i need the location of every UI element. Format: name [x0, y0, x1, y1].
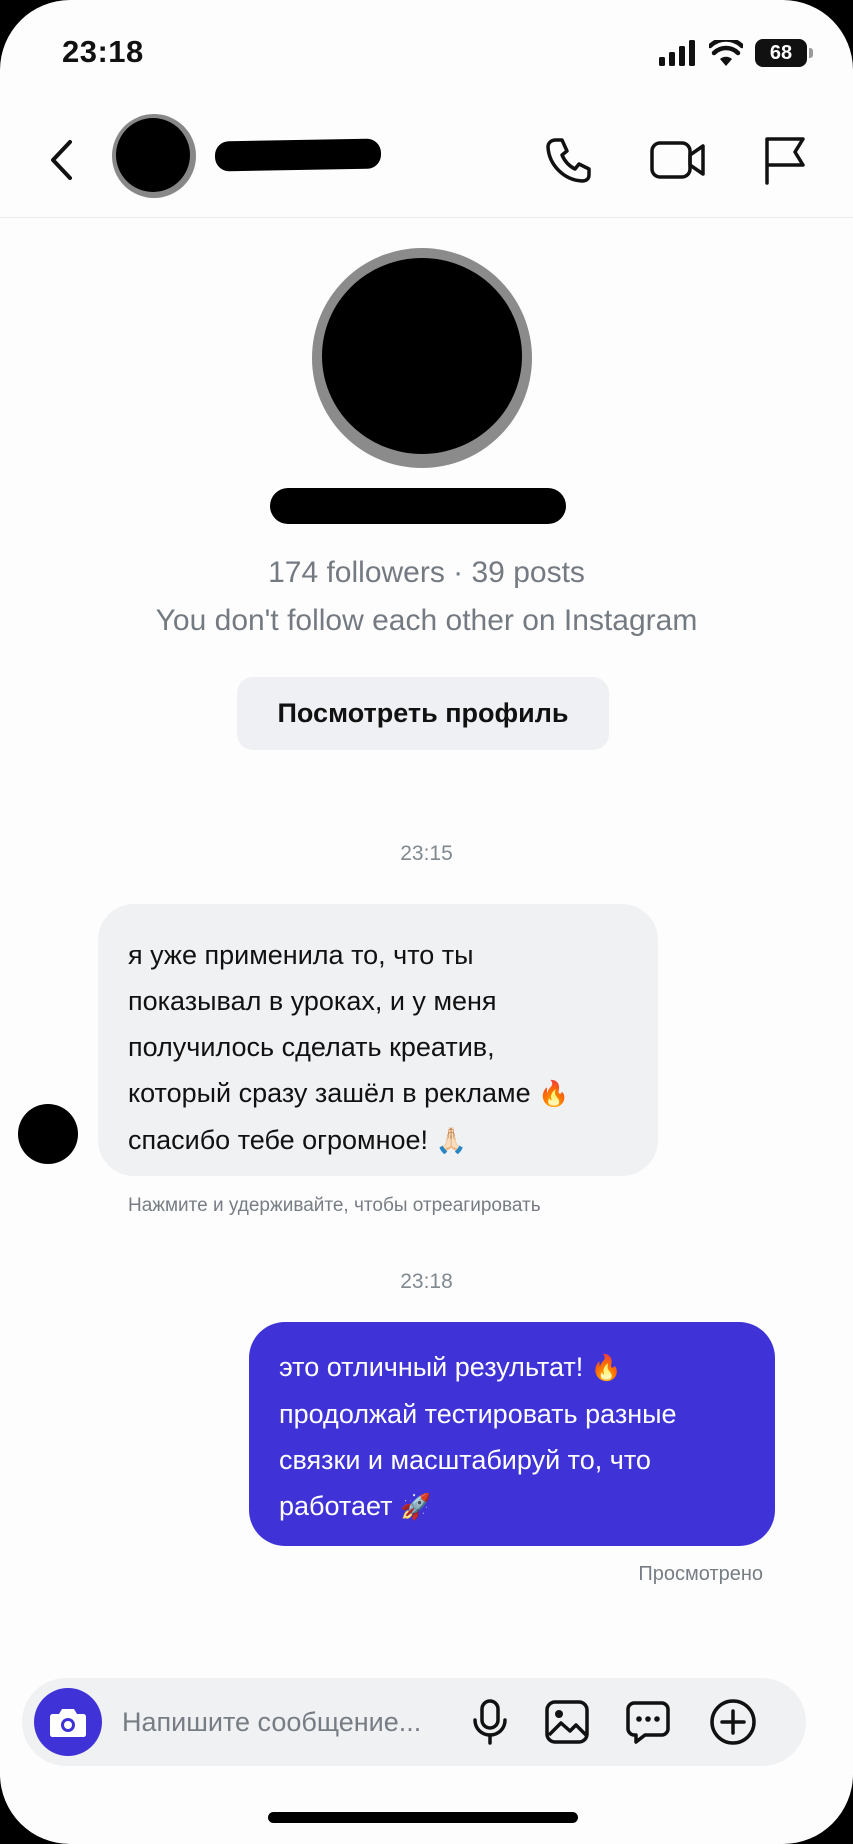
voice-message-button[interactable]: [460, 1692, 520, 1752]
status-time: 23:18: [62, 34, 144, 69]
rocket-emoji: 🚀: [400, 1492, 432, 1521]
profile-avatar[interactable]: [312, 248, 532, 468]
message-line: спасибо тебе огромное! 🙏🏻: [128, 1117, 632, 1164]
message-input[interactable]: [122, 1697, 472, 1747]
message-line: я уже применила то, что ты: [128, 940, 474, 970]
react-hint: Нажмите и удерживайте, чтобы отреагирова…: [128, 1195, 541, 1216]
back-button[interactable]: [38, 130, 84, 190]
plus-circle-icon: [710, 1699, 756, 1745]
message-line: получилось сделать креатив,: [128, 1032, 495, 1062]
fire-emoji: 🔥: [538, 1079, 570, 1108]
sticker-button[interactable]: [618, 1692, 678, 1752]
chevron-left-icon: [51, 140, 72, 180]
outgoing-message-bubble[interactable]: это отличный результат! 🔥 продолжай тест…: [249, 1322, 775, 1546]
audio-call-button[interactable]: [536, 128, 600, 192]
incoming-message-bubble[interactable]: я уже применила то, что ты показывал в у…: [98, 904, 658, 1176]
message-text: который сразу зашёл в рекламе: [128, 1078, 531, 1108]
sticker-chat-icon: [626, 1701, 670, 1744]
seen-status: Просмотрено: [638, 1563, 763, 1585]
camera-button[interactable]: [34, 1688, 102, 1756]
message-line: работает 🚀: [279, 1483, 755, 1530]
header-avatar[interactable]: [112, 114, 196, 198]
battery-level: 68: [769, 41, 793, 64]
report-button[interactable]: [752, 128, 816, 192]
video-camera-icon: [650, 141, 705, 179]
view-profile-button[interactable]: Посмотреть профиль: [237, 677, 609, 750]
flag-icon: [765, 137, 805, 185]
message-line: продолжай тестировать разные: [279, 1399, 677, 1429]
timestamp: 23:15: [400, 842, 453, 865]
microphone-icon: [473, 1699, 507, 1745]
folded-hands-emoji: 🙏🏻: [435, 1126, 467, 1155]
fire-emoji: 🔥: [590, 1353, 622, 1382]
sender-avatar[interactable]: [18, 1104, 78, 1164]
phone-icon: [546, 138, 591, 183]
message-line: это отличный результат! 🔥: [279, 1344, 755, 1391]
signal-icon: [659, 40, 695, 66]
wifi-icon: [709, 40, 743, 66]
header-username-redacted[interactable]: [214, 138, 382, 172]
home-indicator[interactable]: [268, 1812, 578, 1823]
phone-screen: 23:18 68 174 followers · 39 posts You do…: [0, 0, 853, 1844]
follow-status-note: You don't follow each other on Instagram: [155, 604, 698, 637]
message-line: показывал в уроках, и у меня: [128, 986, 497, 1016]
message-line: который сразу зашёл в рекламе 🔥: [128, 1070, 632, 1117]
image-icon: [545, 1700, 589, 1744]
camera-icon: [50, 1709, 86, 1737]
message-line: связки и масштабируй то, что: [279, 1445, 651, 1475]
gallery-button[interactable]: [537, 1692, 597, 1752]
profile-stats: 174 followers · 39 posts: [268, 556, 585, 589]
video-call-button[interactable]: [646, 128, 710, 192]
battery-icon: 68: [755, 39, 813, 67]
message-text: это отличный результат!: [279, 1352, 584, 1382]
chat-header: [0, 100, 853, 218]
message-composer: [22, 1678, 806, 1766]
more-options-button[interactable]: [703, 1692, 763, 1752]
message-text: работает: [279, 1491, 393, 1521]
timestamp: 23:18: [400, 1270, 453, 1293]
status-icons: 68: [659, 36, 813, 70]
message-text: спасибо тебе огромное!: [128, 1125, 429, 1155]
profile-name-redacted: [270, 488, 566, 524]
